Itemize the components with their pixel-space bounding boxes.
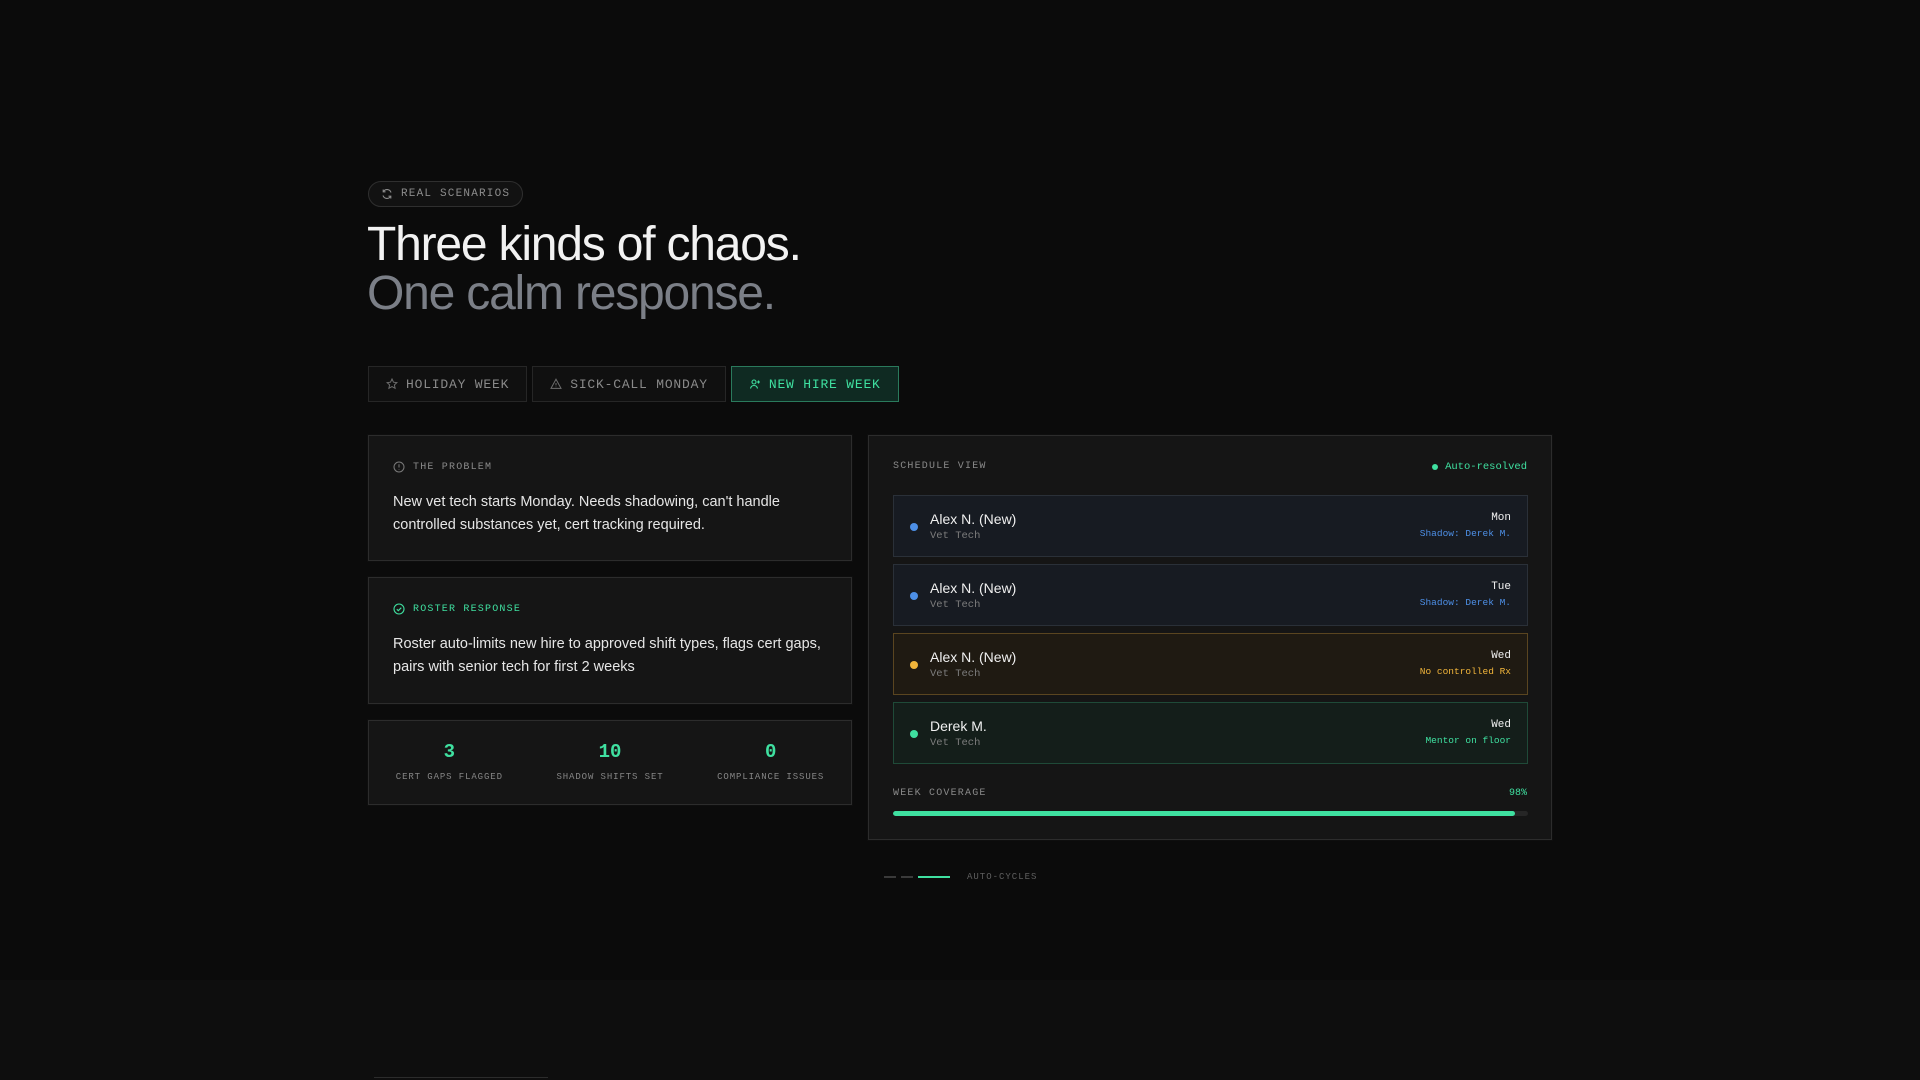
response-header: ROSTER RESPONSE (393, 603, 521, 615)
staff-name: Alex N. (New) (930, 580, 1017, 596)
schedule-row[interactable]: Derek M. Vet Tech Wed Mentor on floor (893, 702, 1528, 764)
status-dot-icon (1432, 464, 1439, 470)
status-label: Auto-resolved (1445, 461, 1527, 473)
coverage-progress-bar (893, 811, 1528, 816)
stats-card: 3 CERT GAPS FLAGGED 10 SHADOW SHIFTS SET… (367, 719, 853, 806)
shift-note: Shadow: Derek M. (1419, 528, 1511, 539)
problem-header: THE PROBLEM (393, 461, 492, 473)
cycle-dot-sick-call[interactable] (901, 876, 913, 878)
staff-name: Alex N. (New) (930, 649, 1017, 665)
scenario-tabs: HOLIDAY WEEK SICK-CALL MONDAY NEW HIRE W… (368, 366, 899, 402)
status-dot-icon (910, 592, 918, 600)
stat-value: 3 (443, 741, 456, 763)
response-description: Roster auto-limits new hire to approved … (393, 636, 821, 675)
refresh-icon (382, 189, 392, 199)
stat-value: 10 (598, 741, 622, 763)
schedule-status: Auto-resolved (1432, 461, 1527, 473)
shift-note: Mentor on floor (1425, 735, 1511, 746)
shift-day: Wed (1491, 719, 1511, 731)
badge-label: REAL SCENARIOS (401, 188, 511, 200)
warning-icon (550, 378, 563, 389)
shift-note: Shadow: Derek M. (1419, 597, 1511, 608)
shift-day: Mon (1491, 512, 1511, 524)
stat-value: 0 (764, 741, 777, 763)
tab-label: NEW HIRE WEEK (768, 376, 881, 392)
schedule-rows: Alex N. (New) Vet Tech Mon Shadow: Derek… (893, 495, 1528, 771)
tab-new-hire-week[interactable]: NEW HIRE WEEK (730, 366, 899, 402)
status-dot-icon (910, 523, 918, 531)
shift-day: Tue (1491, 581, 1511, 593)
schedule-row[interactable]: Alex N. (New) Vet Tech Wed No controlled… (893, 633, 1528, 695)
problem-card: THE PROBLEM New vet tech starts Monday. … (367, 434, 853, 562)
headline-primary: Three kinds of chaos. (367, 218, 802, 271)
coverage-progress-fill (893, 811, 1516, 816)
schedule-title: SCHEDULE VIEW (893, 461, 987, 472)
check-circle-icon (393, 603, 405, 615)
shift-note: No controlled Rx (1419, 666, 1511, 677)
cycle-dot-new-hire[interactable] (918, 876, 950, 878)
section-badge: REAL SCENARIOS (368, 181, 524, 207)
headline: Three kinds of chaos. One calm response. (367, 218, 802, 320)
staff-name: Derek M. (930, 718, 987, 734)
staff-role: Vet Tech (930, 737, 981, 749)
staff-role: Vet Tech (930, 599, 981, 611)
tab-holiday-week[interactable]: HOLIDAY WEEK (368, 366, 528, 402)
stat-cert-gaps: 3 CERT GAPS FLAGGED (369, 721, 530, 804)
next-section-divider (374, 1077, 548, 1078)
staff-role: Vet Tech (930, 530, 981, 542)
stat-compliance-issues: 0 COMPLIANCE ISSUES (690, 721, 851, 804)
headline-secondary: One calm response. (367, 267, 776, 320)
schedule-row[interactable]: Alex N. (New) Vet Tech Mon Shadow: Derek… (893, 495, 1528, 557)
cycles-label: AUTO-CYCLES (967, 872, 1038, 882)
stat-shadow-shifts: 10 SHADOW SHIFTS SET (530, 721, 691, 804)
schedule-panel: SCHEDULE VIEW Auto-resolved Alex N. (New… (867, 434, 1553, 841)
coverage-label: WEEK COVERAGE (893, 788, 987, 799)
tab-sick-call-monday[interactable]: SICK-CALL MONDAY (532, 366, 726, 402)
problem-description: New vet tech starts Monday. Needs shadow… (393, 494, 780, 533)
staff-role: Vet Tech (930, 668, 981, 680)
stat-label: SHADOW SHIFTS SET (556, 772, 664, 782)
coverage-value: 98% (1508, 788, 1527, 799)
star-icon (386, 378, 398, 390)
tab-label: SICK-CALL MONDAY (570, 376, 708, 392)
info-icon (393, 461, 405, 473)
scenario-cycle-indicator: AUTO-CYCLES (884, 872, 1037, 882)
tab-label: HOLIDAY WEEK (406, 376, 510, 392)
shift-day: Wed (1491, 650, 1511, 662)
status-dot-icon (910, 730, 918, 738)
staff-name: Alex N. (New) (930, 511, 1017, 527)
schedule-row[interactable]: Alex N. (New) Vet Tech Tue Shadow: Derek… (893, 564, 1528, 626)
response-card: ROSTER RESPONSE Roster auto-limits new h… (367, 576, 853, 705)
cycle-dot-holiday[interactable] (884, 876, 896, 878)
next-section-band (0, 980, 1920, 1080)
stat-label: CERT GAPS FLAGGED (395, 772, 503, 782)
stat-label: COMPLIANCE ISSUES (717, 772, 825, 782)
response-title: ROSTER RESPONSE (413, 603, 522, 615)
problem-title: THE PROBLEM (413, 461, 493, 473)
user-plus-icon (749, 379, 760, 389)
status-dot-icon (910, 661, 918, 669)
